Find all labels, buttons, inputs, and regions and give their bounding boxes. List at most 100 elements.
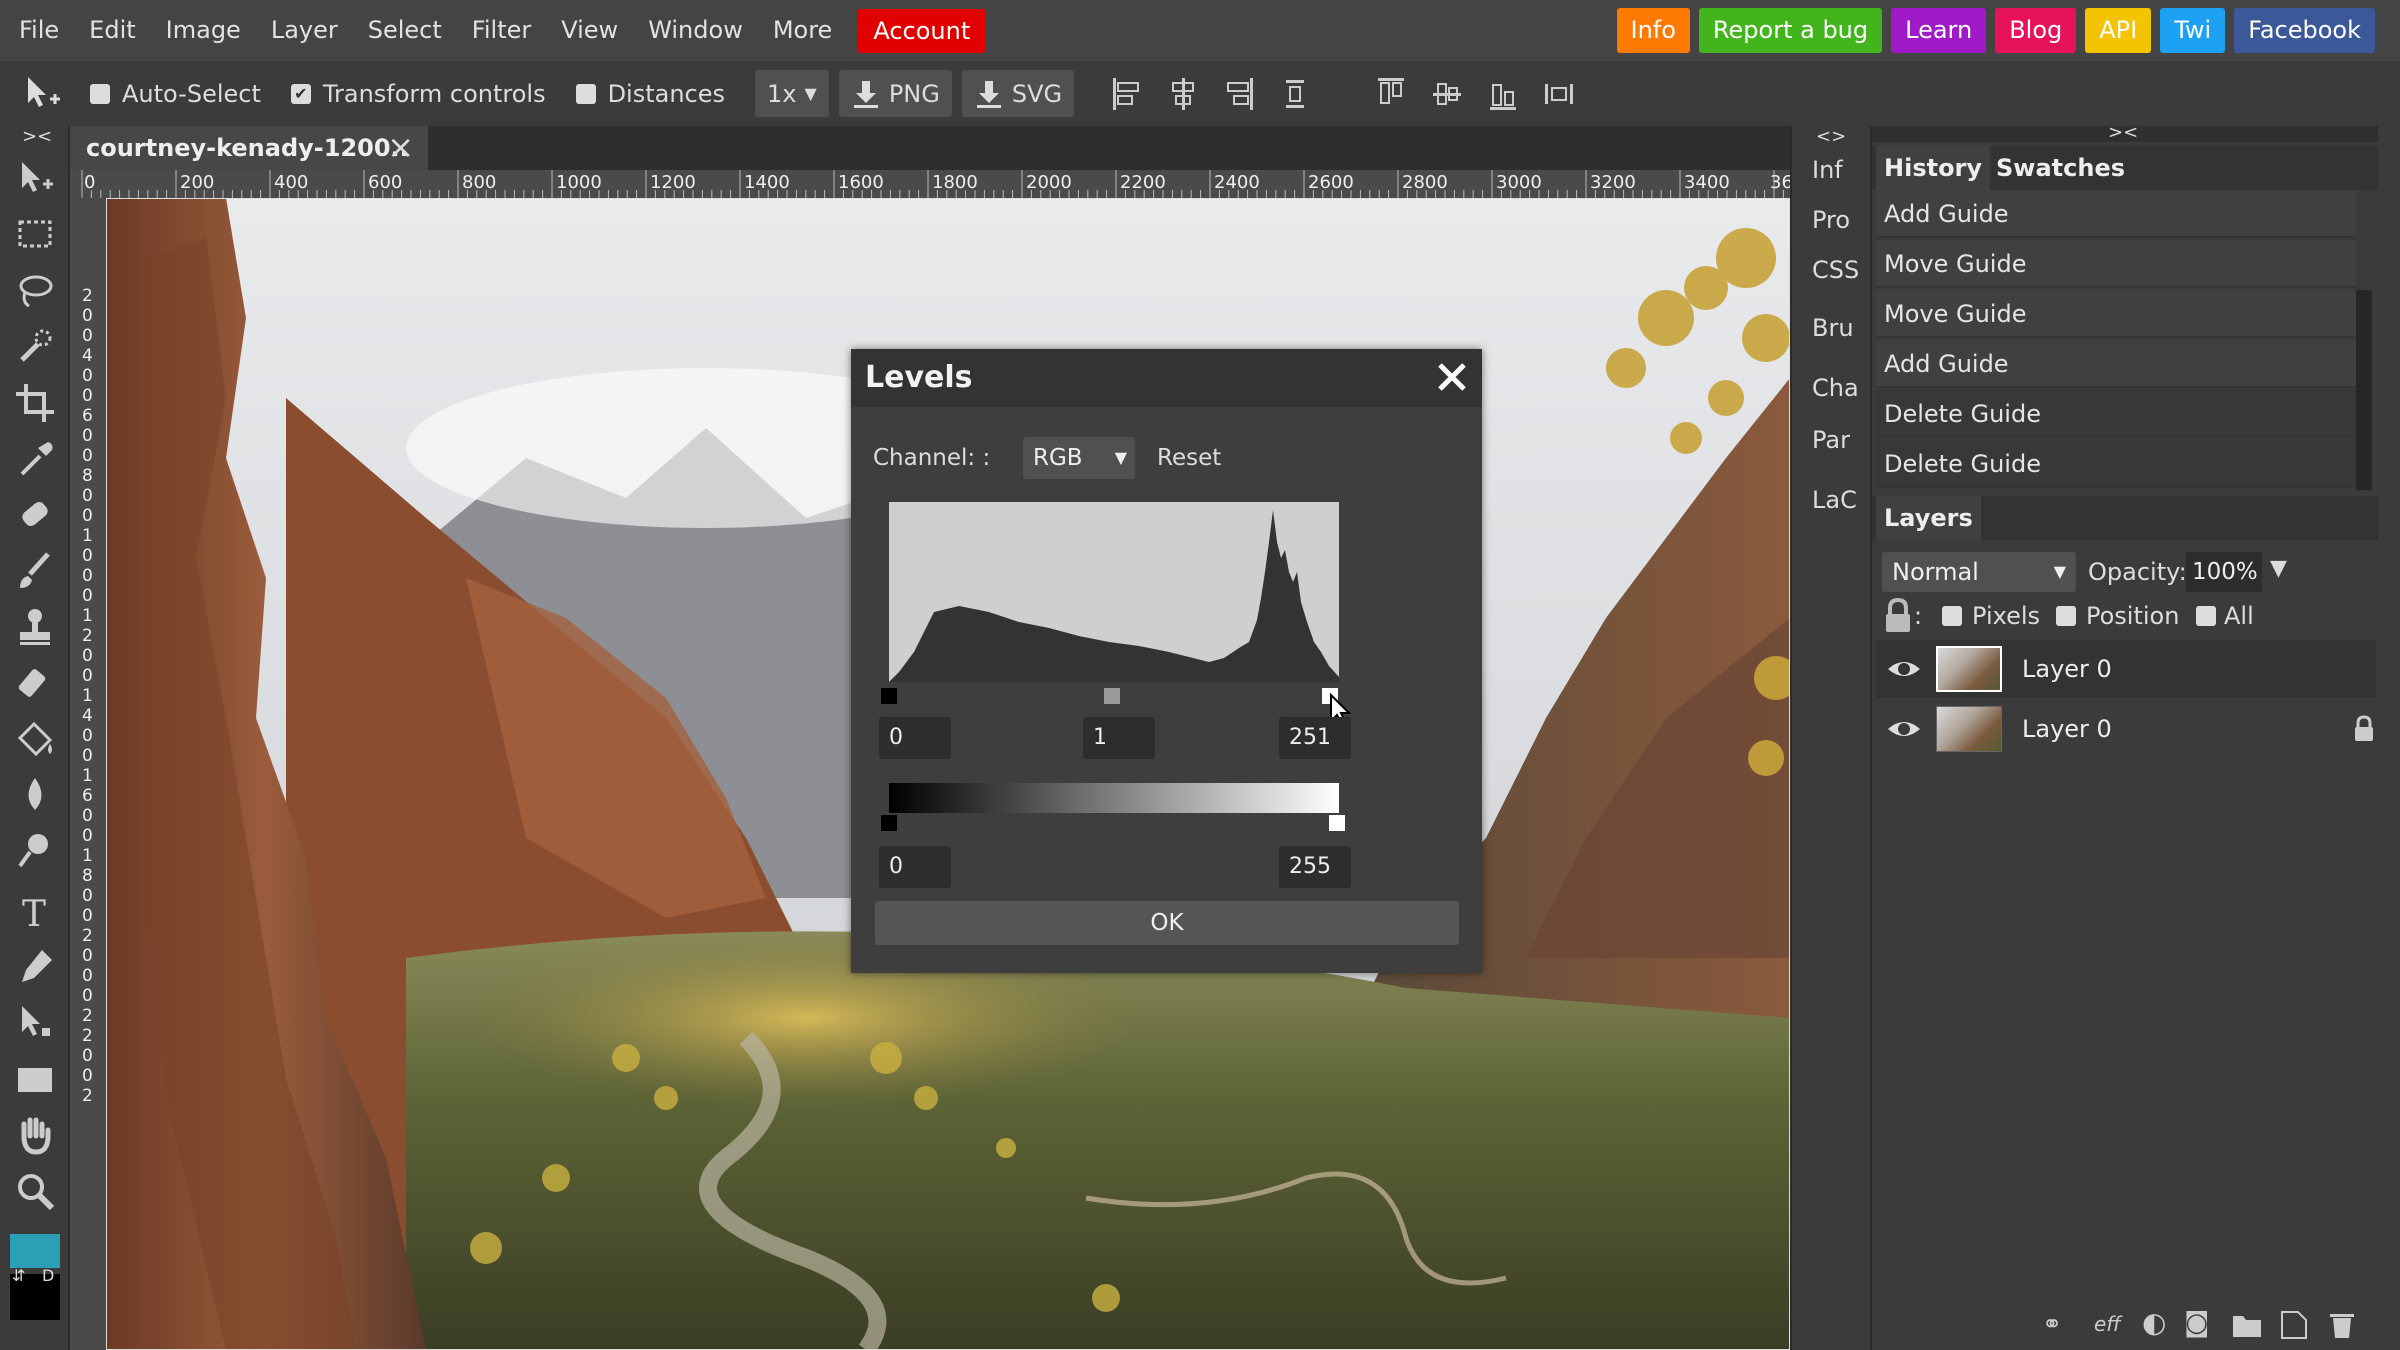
align-middle-icon[interactable] [1430,74,1464,114]
align-top-icon[interactable] [1374,74,1408,114]
menu-file[interactable]: File [4,0,74,61]
input-black-field[interactable]: 0 [879,717,951,759]
input-black-slider[interactable] [881,688,897,704]
align-left-icon[interactable] [1110,74,1144,114]
output-black-slider[interactable] [881,815,897,831]
output-white-field[interactable]: 255 [1279,846,1351,888]
collapse-arrows-icon[interactable]: >< [2108,122,2138,143]
hand-tool-icon[interactable] [12,1112,58,1158]
scale-select[interactable]: 1x ▼ [755,70,829,117]
expand-arrows-icon[interactable]: <> [1816,126,1846,147]
export-svg-button[interactable]: SVG [961,70,1075,117]
reset-button[interactable]: Reset [1157,445,1221,471]
quick-selection-icon[interactable] [12,324,58,370]
menu-window[interactable]: Window [633,0,758,61]
align-center-h-icon[interactable] [1166,74,1200,114]
input-gamma-field[interactable]: 1 [1083,717,1155,759]
layer-comps-panel-tab[interactable]: LaC [1812,486,1857,514]
paint-bucket-icon[interactable] [12,716,58,762]
tab-swatches[interactable]: Swatches [1990,146,2131,190]
brush-tool-icon[interactable] [12,548,58,594]
eye-icon[interactable] [1886,715,1922,743]
opacity-dropdown-icon[interactable]: ▼ [2270,556,2287,581]
blog-link[interactable]: Blog [1995,8,2077,53]
document-tab[interactable]: courtney-kenady-1200.. × [70,126,428,170]
properties-panel-tab[interactable]: Pro [1812,206,1850,234]
distances-box[interactable] [575,83,596,104]
export-png-button[interactable]: PNG [838,70,952,117]
api-link[interactable]: API [2085,8,2152,53]
history-item[interactable]: Add Guide [1876,190,2356,238]
channel-select[interactable]: RGB ▼ [1023,437,1135,479]
path-select-icon[interactable] [12,1000,58,1046]
rectangle-tool-icon[interactable] [12,1056,58,1102]
effects-icon[interactable]: eff [2094,1312,2121,1336]
auto-select-checkbox[interactable]: Auto-Select [90,80,261,108]
trash-icon[interactable] [2328,1310,2356,1340]
swap-colors-icon[interactable]: ⇵ [12,1266,25,1285]
history-item[interactable]: Move Guide [1876,240,2356,288]
crop-tool-icon[interactable] [12,380,58,426]
input-gamma-slider[interactable] [1104,688,1120,704]
tab-layers[interactable]: Layers [1876,496,1981,540]
layer-row[interactable]: Layer 0 [1876,700,2376,758]
pen-tool-icon[interactable] [12,944,58,990]
info-link[interactable]: Info [1616,8,1690,53]
menu-filter[interactable]: Filter [457,0,546,61]
character-panel-tab[interactable]: Cha [1812,374,1859,402]
menu-account[interactable]: Account [857,8,987,53]
foreground-color-swatch[interactable] [10,1234,60,1268]
input-white-field[interactable]: 251 [1279,717,1351,759]
history-item[interactable]: Move Guide [1876,290,2356,338]
history-scrollbar[interactable] [2356,290,2372,490]
eraser-icon[interactable] [12,660,58,706]
new-layer-icon[interactable] [2280,1310,2308,1340]
history-item[interactable]: Delete Guide [1876,440,2356,488]
output-black-field[interactable]: 0 [879,846,951,888]
lock-all-checkbox[interactable] [2196,606,2216,626]
eyedropper-icon[interactable] [12,436,58,482]
report-bug-link[interactable]: Report a bug [1698,8,1883,53]
css-panel-tab[interactable]: CSS [1812,256,1859,284]
marquee-tool-icon[interactable] [12,212,58,258]
collapse-arrows-icon[interactable]: >< [22,126,52,147]
align-bottom-icon[interactable] [1486,74,1520,114]
menu-image[interactable]: Image [151,0,256,61]
adjustment-layer-icon[interactable]: ◐ [2142,1306,2166,1339]
text-tool-icon[interactable]: T [12,888,58,934]
distribute-vertical-icon[interactable] [1278,74,1312,114]
paragraph-panel-tab[interactable]: Par [1812,426,1850,454]
menu-view[interactable]: View [546,0,633,61]
distances-checkbox[interactable]: Distances [575,80,725,108]
learn-link[interactable]: Learn [1891,8,1987,53]
dodge-tool-icon[interactable] [12,828,58,874]
distribute-horizontal-icon[interactable] [1542,74,1576,114]
brush-panel-tab[interactable]: Bru [1812,314,1854,342]
link-layers-icon[interactable]: ⚭ [2042,1310,2062,1338]
menu-select[interactable]: Select [353,0,457,61]
lasso-tool-icon[interactable] [12,268,58,314]
default-colors-icon[interactable]: D [42,1266,54,1285]
blur-tool-icon[interactable] [12,772,58,818]
transform-controls-box[interactable]: ✔ [290,83,311,104]
zoom-tool-icon[interactable] [12,1168,58,1214]
info-panel-tab[interactable]: Inf [1812,156,1843,184]
lock-position-checkbox[interactable] [2056,606,2076,626]
healing-brush-icon[interactable] [12,492,58,538]
twitter-link[interactable]: Twi [2160,8,2226,53]
close-icon[interactable] [1436,361,1468,393]
close-icon[interactable]: × [387,128,414,166]
output-white-slider[interactable] [1329,815,1345,831]
history-item[interactable]: Add Guide [1876,340,2356,388]
menu-edit[interactable]: Edit [74,0,150,61]
facebook-link[interactable]: Facebook [2234,8,2375,53]
move-tool-icon[interactable] [12,156,58,202]
align-right-icon[interactable] [1222,74,1256,114]
menu-layer[interactable]: Layer [256,0,353,61]
dialog-title-bar[interactable]: Levels [851,349,1482,407]
history-item[interactable]: Delete Guide [1876,390,2356,438]
clone-stamp-icon[interactable] [12,604,58,650]
lock-pixels-checkbox[interactable] [1942,606,1962,626]
blend-mode-select[interactable]: Normal ▼ [1882,552,2076,592]
folder-icon[interactable] [2232,1312,2262,1338]
